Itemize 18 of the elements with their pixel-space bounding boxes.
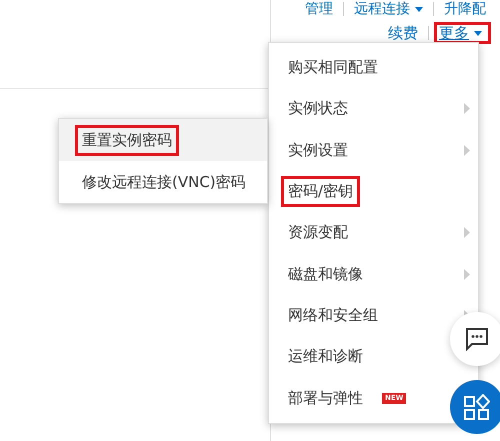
- menu-item[interactable]: 部署与弹性: [281, 382, 370, 414]
- apps-button[interactable]: [450, 380, 500, 434]
- menu-item[interactable]: 实例状态: [281, 93, 355, 124]
- menu-item[interactable]: 密码/密钥: [281, 176, 360, 208]
- link[interactable]: 升降配: [442, 0, 488, 18]
- menu-item[interactable]: 重置实例密码: [59, 119, 267, 161]
- menu-item[interactable]: 修改远程连接(VNC)密码: [59, 161, 267, 203]
- chat-icon: [465, 327, 489, 351]
- menu-item[interactable]: 网络和安全组: [281, 300, 385, 331]
- menu-item[interactable]: 购买相同配置: [281, 52, 385, 84]
- link[interactable]: 远程连接: [352, 0, 425, 18]
- menu-item[interactable]: 实例设置: [281, 134, 355, 166]
- link[interactable]: 管理: [303, 0, 335, 18]
- menu-item[interactable]: 运维和诊断: [281, 341, 370, 372]
- link[interactable]: 续费: [386, 24, 420, 42]
- menu-item[interactable]: 磁盘和镜像: [281, 258, 370, 290]
- menu-item[interactable]: 资源变配: [281, 217, 355, 248]
- apps-icon: [464, 394, 490, 420]
